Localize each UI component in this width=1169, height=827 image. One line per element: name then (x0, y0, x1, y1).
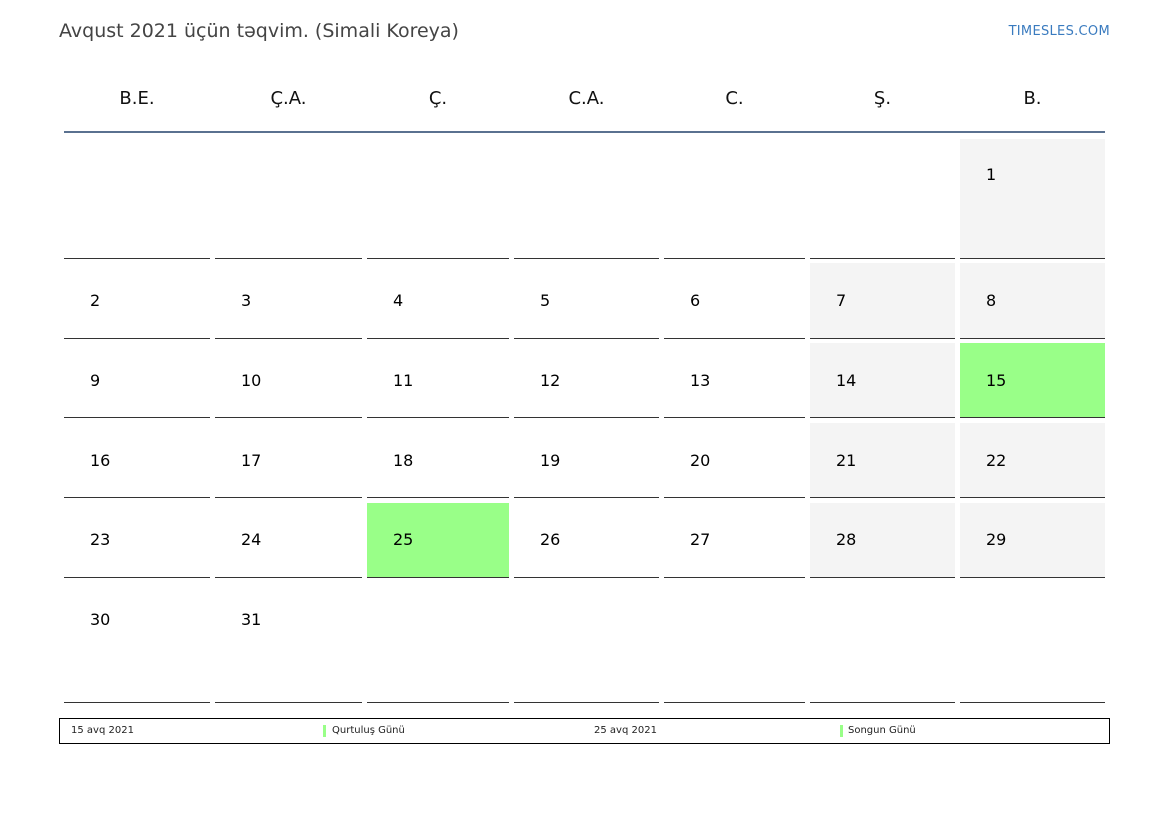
brand-link[interactable]: TIMESLES.COM (1009, 24, 1110, 39)
day-number: 30 (90, 610, 111, 629)
day-number: 16 (90, 451, 111, 470)
day-cell: 25 (367, 503, 509, 578)
weekday-label: B. (1023, 88, 1042, 109)
day-cell: 10 (215, 343, 362, 418)
day-cell: 23 (64, 503, 210, 578)
weekday-header: B.E. Ç.A. Ç. C.A. C. Ş. B. (64, 72, 1105, 132)
day-cell: 3 (215, 263, 362, 339)
legend-holiday-name: Songun Günü (848, 725, 916, 736)
day-cell: 5 (514, 263, 659, 339)
day-number: 7 (836, 291, 847, 310)
day-number: 12 (540, 371, 561, 390)
day-cell (64, 139, 210, 259)
weekday-label: Ş. (873, 88, 892, 109)
day-cell (367, 139, 509, 259)
day-cell (810, 583, 955, 703)
day-number: 29 (986, 530, 1007, 549)
day-cell: 9 (64, 343, 210, 418)
day-number: 1 (986, 165, 997, 184)
day-number: 14 (836, 371, 857, 390)
day-number: 11 (393, 371, 414, 390)
day-cell: 14 (810, 343, 955, 418)
day-cell: 28 (810, 503, 955, 578)
day-cell: 30 (64, 583, 210, 703)
day-cell (664, 583, 805, 703)
day-cell: 16 (64, 423, 210, 498)
day-number: 24 (241, 530, 262, 549)
day-number: 22 (986, 451, 1007, 470)
day-number: 9 (90, 371, 101, 390)
day-cell: 31 (215, 583, 362, 703)
day-cell (367, 583, 509, 703)
day-cell: 11 (367, 343, 509, 418)
day-number: 17 (241, 451, 262, 470)
day-number: 6 (690, 291, 701, 310)
legend-holiday-name: Qurtuluş Günü (332, 725, 405, 736)
day-cell: 12 (514, 343, 659, 418)
day-number: 8 (986, 291, 997, 310)
day-cell: 19 (514, 423, 659, 498)
holiday-marker-icon (323, 725, 326, 737)
day-number: 18 (393, 451, 414, 470)
day-cell: 29 (960, 503, 1105, 578)
legend-date: 15 avq 2021 (71, 725, 134, 736)
day-number: 31 (241, 610, 262, 629)
day-cell: 13 (664, 343, 805, 418)
day-cell: 17 (215, 423, 362, 498)
day-cell: 26 (514, 503, 659, 578)
day-cell (514, 583, 659, 703)
day-cell: 6 (664, 263, 805, 339)
holiday-legend: 15 avq 2021 Qurtuluş Günü 25 avq 2021 So… (59, 718, 1110, 744)
day-cell (810, 139, 955, 259)
day-cell: 7 (810, 263, 955, 339)
day-number: 20 (690, 451, 711, 470)
weekday-label: C.A. (568, 88, 605, 109)
day-number: 15 (986, 371, 1007, 390)
day-number: 27 (690, 530, 711, 549)
weekday-label: B.E. (119, 88, 155, 109)
day-cell: 4 (367, 263, 509, 339)
day-cell: 27 (664, 503, 805, 578)
day-number: 25 (393, 530, 414, 549)
day-number: 13 (690, 371, 711, 390)
day-cell: 2 (64, 263, 210, 339)
day-cell: 21 (810, 423, 955, 498)
day-cell (664, 139, 805, 259)
header-divider (64, 131, 1105, 133)
day-cell: 1 (960, 139, 1105, 259)
holiday-marker-icon (840, 725, 843, 737)
day-cell (514, 139, 659, 259)
day-number: 26 (540, 530, 561, 549)
day-cell: 18 (367, 423, 509, 498)
day-cell: 8 (960, 263, 1105, 339)
weekday-label: Ç. (428, 88, 448, 109)
day-cell (960, 583, 1105, 703)
day-number: 28 (836, 530, 857, 549)
day-number: 3 (241, 291, 252, 310)
page-title: Avqust 2021 üçün təqvim. (Simali Koreya) (59, 20, 459, 42)
day-number: 19 (540, 451, 561, 470)
day-cell: 24 (215, 503, 362, 578)
day-number: 4 (393, 291, 404, 310)
day-number: 10 (241, 371, 262, 390)
weekday-label: Ç.A. (270, 88, 307, 109)
day-cell (215, 139, 362, 259)
weekday-label: C. (725, 88, 744, 109)
day-number: 5 (540, 291, 551, 310)
day-number: 2 (90, 291, 101, 310)
day-cell: 15 (960, 343, 1105, 418)
day-cell: 22 (960, 423, 1105, 498)
day-number: 21 (836, 451, 857, 470)
legend-date: 25 avq 2021 (594, 725, 657, 736)
day-cell: 20 (664, 423, 805, 498)
day-number: 23 (90, 530, 111, 549)
